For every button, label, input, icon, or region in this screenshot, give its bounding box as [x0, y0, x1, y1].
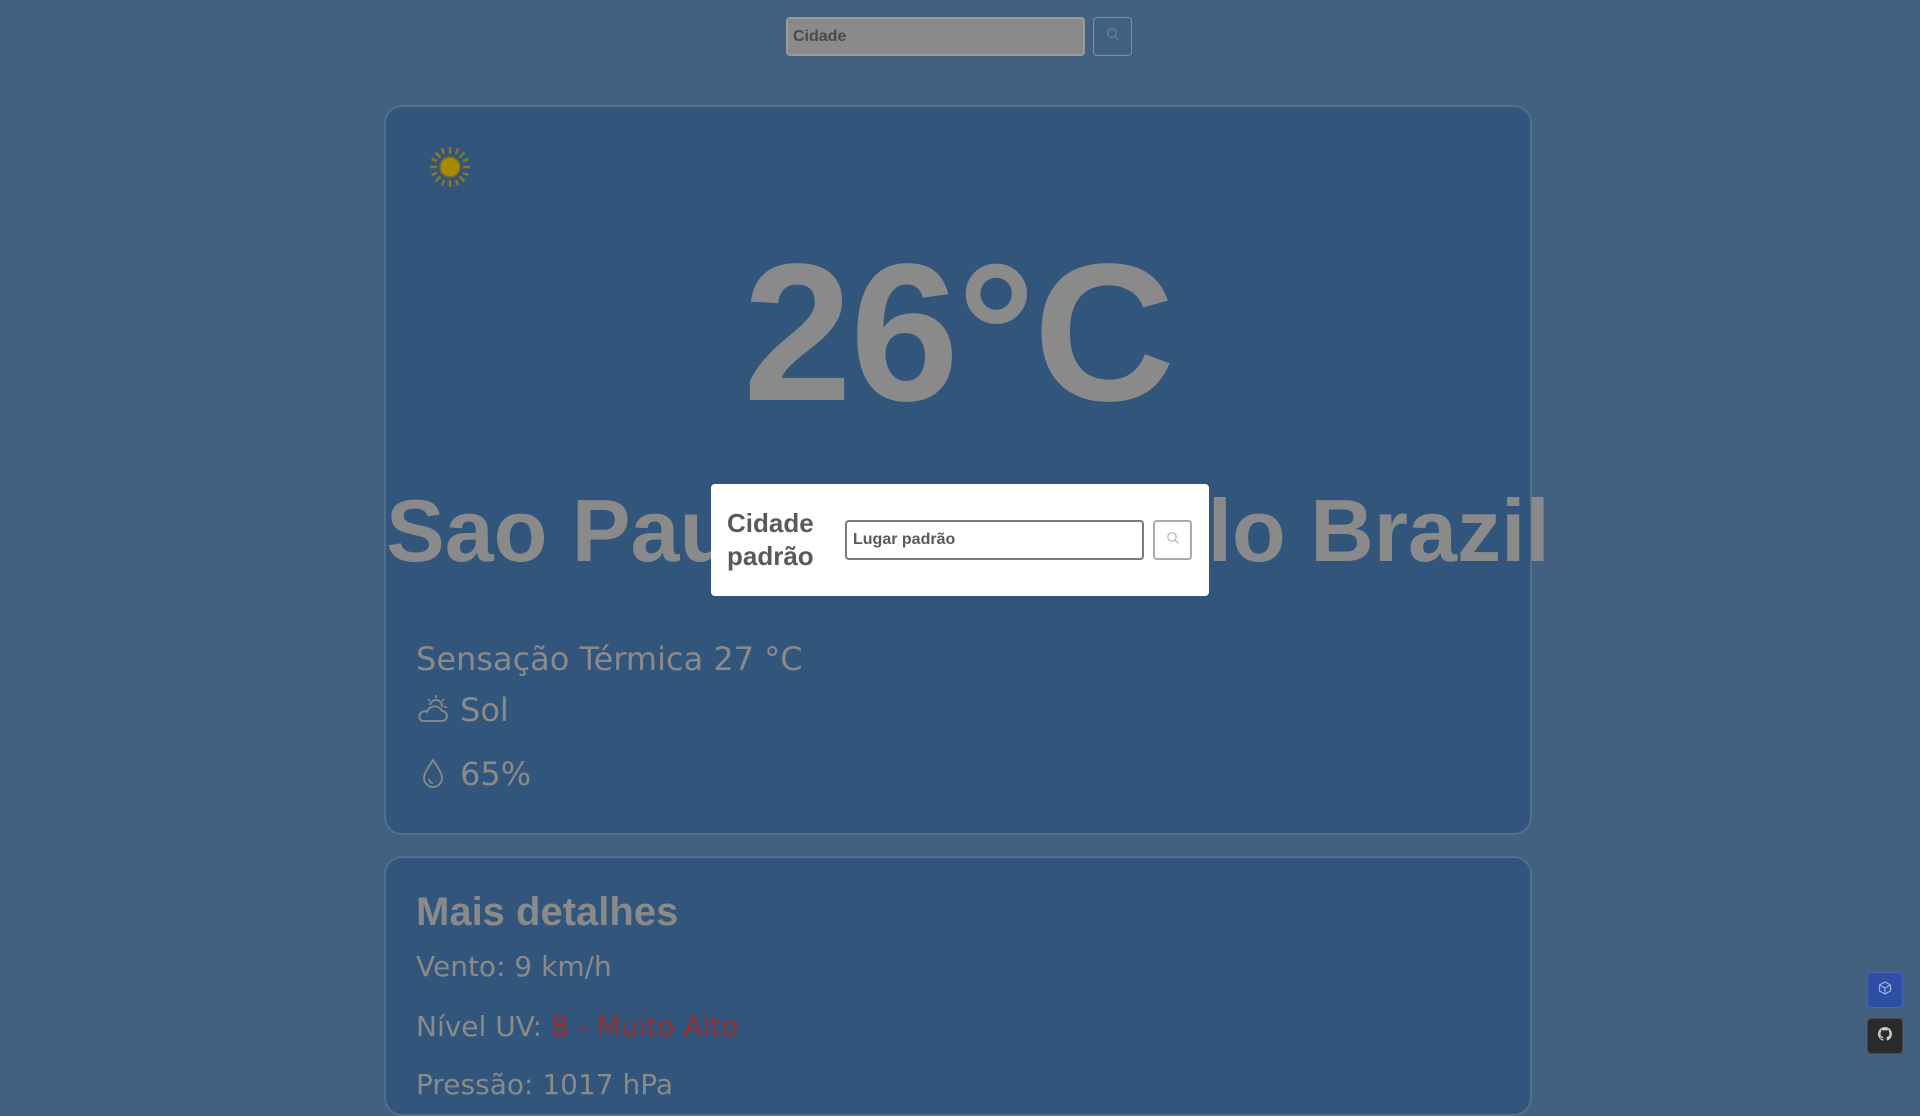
- partly-sunny-icon: [416, 693, 450, 727]
- default-city-input[interactable]: [845, 520, 1144, 560]
- cube-icon: [1878, 980, 1892, 1000]
- cube-button[interactable]: [1867, 972, 1903, 1008]
- default-city-modal: Cidade padrão: [711, 484, 1209, 596]
- current-temperature: 26°C: [743, 223, 1175, 442]
- details-card: Mais detalhes Vento: 9 km/h Nível UV: 8 …: [384, 856, 1532, 1116]
- current-weather-card: 26°C Sao Paulo, Sao Paulo Brazil Sensaçã…: [384, 105, 1550, 835]
- search-icon: [1106, 27, 1120, 46]
- default-city-search-button[interactable]: [1153, 520, 1192, 560]
- search-button[interactable]: [1093, 17, 1132, 56]
- droplet-icon: [416, 757, 450, 791]
- sun-icon: [428, 145, 472, 189]
- humidity-row: 65%: [416, 755, 531, 793]
- wind-text: Vento: 9 km/h: [416, 950, 612, 983]
- pressure-text: Pressão: 1017 hPa: [416, 1068, 674, 1101]
- condition-row: Sol: [416, 691, 509, 729]
- uv-value: 8 - Muito Alto: [550, 1010, 739, 1043]
- details-title: Mais detalhes: [416, 890, 679, 934]
- humidity-text: 65%: [460, 755, 532, 793]
- github-icon: [1878, 1026, 1892, 1046]
- feels-like-text: Sensação Térmica 27 °C: [416, 640, 803, 678]
- modal-title: Cidade padrão: [727, 508, 814, 571]
- github-button[interactable]: [1867, 1018, 1903, 1054]
- uv-label: Nível UV:: [416, 1010, 551, 1043]
- city-search-input[interactable]: [786, 17, 1085, 56]
- condition-text: Sol: [460, 691, 509, 729]
- uv-row: Nível UV: 8 - Muito Alto: [416, 1010, 738, 1043]
- top-search-bar: [786, 17, 1132, 56]
- search-icon: [1166, 531, 1180, 550]
